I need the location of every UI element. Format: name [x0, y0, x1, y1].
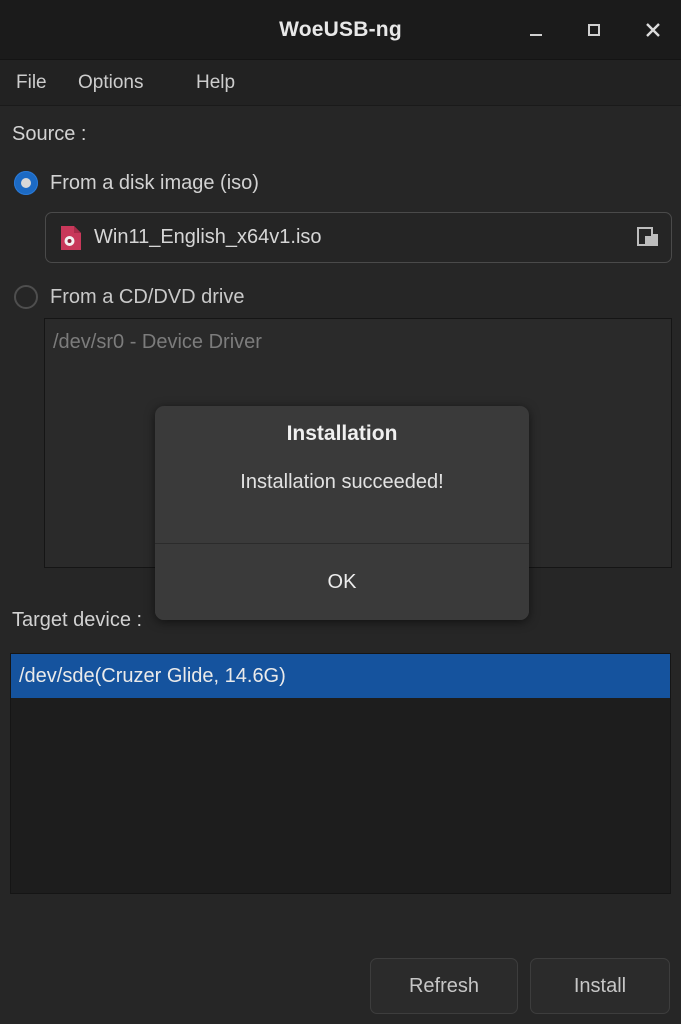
radio-from-disk-image-label: From a disk image (iso): [50, 171, 259, 194]
dialog-ok-button[interactable]: OK: [155, 544, 529, 620]
iso-file-icon: [60, 225, 82, 251]
maximize-icon[interactable]: [578, 14, 610, 46]
dialog-message: Installation succeeded!: [240, 471, 444, 493]
window-titlebar: WoeUSB-ng: [0, 0, 681, 60]
source-section-label: Source :: [12, 123, 87, 145]
table-row[interactable]: /dev/sde(Cruzer Glide, 14.6G): [11, 654, 670, 698]
iso-filename-value: Win11_English_x64v1.iso: [94, 226, 322, 248]
radio-from-cd-drive[interactable]: From a CD/DVD drive: [14, 282, 244, 312]
menu-item-help[interactable]: Help: [188, 60, 243, 106]
radio-from-cd-drive-label: From a CD/DVD drive: [50, 285, 245, 308]
menu-item-file[interactable]: File: [8, 60, 55, 106]
target-device-list[interactable]: /dev/sde(Cruzer Glide, 14.6G): [10, 653, 671, 894]
installation-dialog: Installation Installation succeeded! OK: [155, 406, 529, 620]
radio-from-disk-image[interactable]: From a disk image (iso): [14, 168, 259, 198]
open-file-icon[interactable]: [625, 213, 671, 262]
target-device-value: /dev/sde(Cruzer Glide, 14.6G): [19, 664, 286, 687]
target-section-label: Target device :: [12, 609, 143, 631]
iso-file-picker[interactable]: Win11_English_x64v1.iso: [45, 212, 672, 263]
dialog-title: Installation: [286, 422, 398, 445]
menubar: File Options Help: [0, 60, 681, 106]
refresh-button[interactable]: Refresh: [370, 958, 518, 1014]
install-button[interactable]: Install: [530, 958, 670, 1014]
list-item: /dev/sr0 - Device Driver: [53, 331, 262, 353]
radio-selected-icon: [14, 171, 38, 195]
close-icon[interactable]: [637, 14, 669, 46]
radio-unselected-icon: [14, 285, 38, 309]
menu-item-options[interactable]: Options: [70, 60, 151, 106]
minimize-icon[interactable]: [520, 14, 552, 46]
